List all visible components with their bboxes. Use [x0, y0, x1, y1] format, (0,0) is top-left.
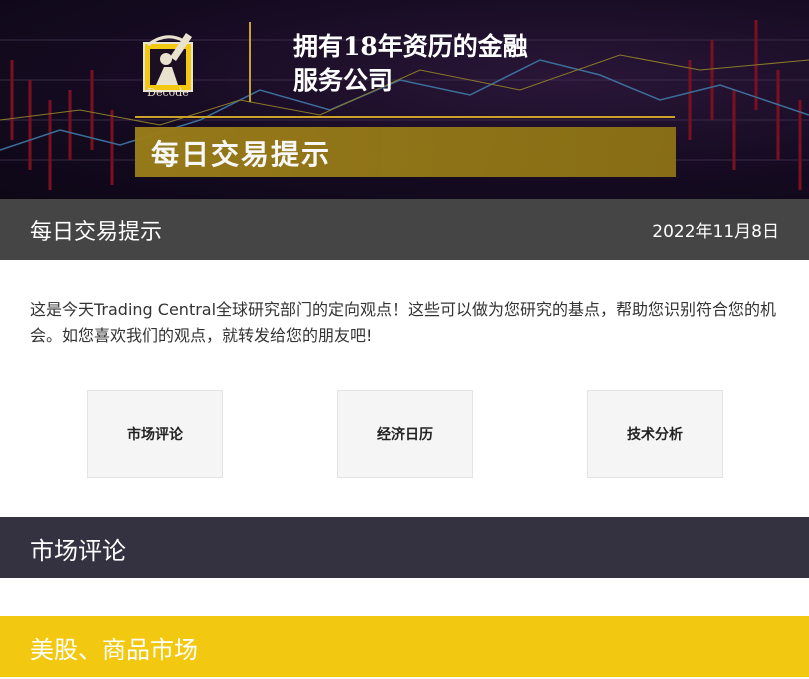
intro-text: 这是今天Trading Central全球研究部门的定向观点！这些可以做为您研究…	[30, 300, 777, 345]
banner-tag-text: 每日交易提示	[151, 138, 332, 171]
horizontal-divider	[135, 116, 675, 118]
market-commentary-button[interactable]: 市场评论	[87, 390, 223, 478]
section-title: 美股、商品市场	[30, 636, 198, 664]
date-label: 2022年11月8日	[652, 222, 779, 242]
headline-line-2: 服务公司	[293, 66, 394, 95]
section-header-market-commentary: 市场评论	[0, 517, 809, 578]
section-title: 市场评论	[30, 537, 126, 565]
header-banner: Decode 拥有18年资历的金融 服务公司 每日交易提示	[0, 0, 809, 199]
headline-line-1: 拥有18年资历的金融	[293, 32, 528, 61]
economic-calendar-button[interactable]: 经济日历	[337, 390, 473, 478]
banner-tag: 每日交易提示	[135, 127, 676, 177]
page-title: 每日交易提示	[30, 220, 163, 245]
banner-headline: 拥有18年资历的金融 服务公司	[293, 30, 528, 98]
logo-caption: Decode	[147, 86, 189, 99]
vertical-divider	[249, 22, 251, 102]
section-header-us-stocks: 美股、商品市场	[0, 616, 809, 677]
technical-analysis-button[interactable]: 技术分析	[587, 390, 723, 478]
title-bar: 每日交易提示 2022年11月8日	[0, 199, 809, 260]
